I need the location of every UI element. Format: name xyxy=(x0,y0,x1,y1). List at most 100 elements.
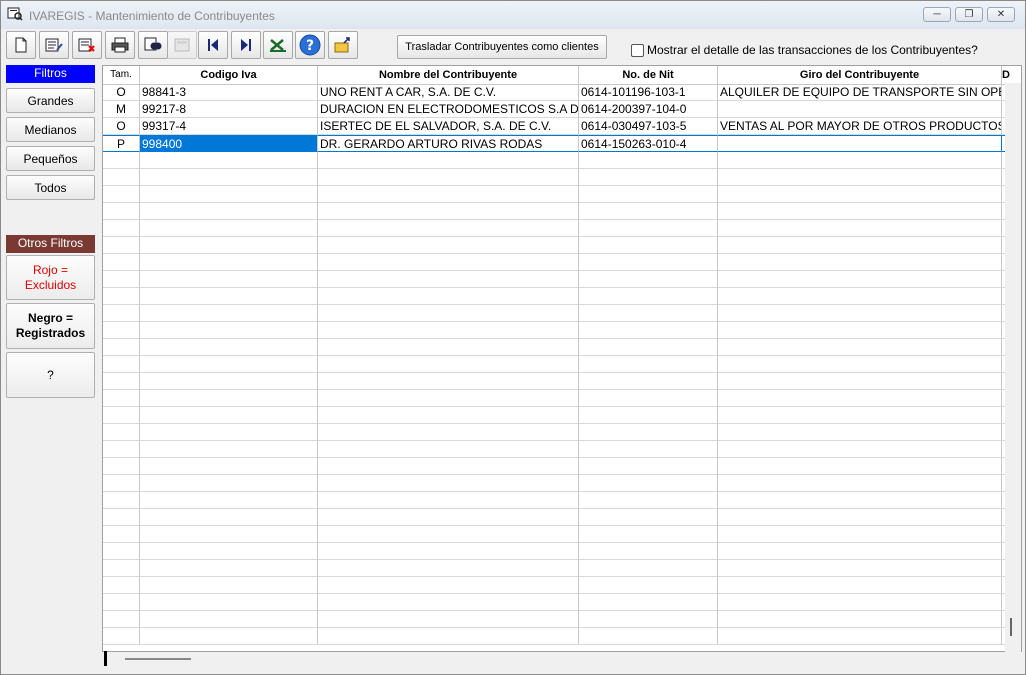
minimize-button[interactable]: ─ xyxy=(923,7,951,22)
table-cell[interactable] xyxy=(140,509,318,526)
empty-row[interactable] xyxy=(103,475,1021,492)
contribuyentes-grid[interactable]: Tam. Codigo Iva Nombre del Contribuyente… xyxy=(102,65,1022,652)
table-cell[interactable] xyxy=(579,424,718,441)
table-cell[interactable] xyxy=(718,628,1002,645)
empty-row[interactable] xyxy=(103,611,1021,628)
delete-button[interactable] xyxy=(72,31,102,59)
empty-row[interactable] xyxy=(103,560,1021,577)
table-cell[interactable] xyxy=(579,492,718,509)
table-cell[interactable] xyxy=(103,339,140,356)
table-cell[interactable] xyxy=(318,628,579,645)
table-cell[interactable] xyxy=(579,271,718,288)
empty-row[interactable] xyxy=(103,356,1021,373)
empty-row[interactable] xyxy=(103,305,1021,322)
table-cell[interactable] xyxy=(103,254,140,271)
table-cell[interactable] xyxy=(140,492,318,509)
table-cell[interactable] xyxy=(140,322,318,339)
table-cell[interactable] xyxy=(140,475,318,492)
table-cell[interactable] xyxy=(318,169,579,186)
table-cell[interactable] xyxy=(318,424,579,441)
table-cell[interactable] xyxy=(318,254,579,271)
table-cell[interactable] xyxy=(140,220,318,237)
table-cell[interactable] xyxy=(718,594,1002,611)
table-cell[interactable] xyxy=(318,407,579,424)
table-cell[interactable] xyxy=(718,390,1002,407)
empty-row[interactable] xyxy=(103,594,1021,611)
table-cell[interactable] xyxy=(318,186,579,203)
empty-row[interactable] xyxy=(103,220,1021,237)
table-cell[interactable] xyxy=(579,203,718,220)
table-cell[interactable]: O xyxy=(103,84,140,101)
table-cell[interactable] xyxy=(718,101,1002,118)
table-cell[interactable] xyxy=(579,186,718,203)
filter-help-button[interactable]: ? xyxy=(6,352,95,398)
table-cell[interactable] xyxy=(718,220,1002,237)
empty-row[interactable] xyxy=(103,577,1021,594)
table-row[interactable]: O 99317-4 ISERTEC DE EL SALVADOR, S.A. DE … xyxy=(103,118,1021,135)
table-cell[interactable]: ALQUILER DE EQUIPO DE TRANSPORTE SIN OPE xyxy=(718,84,1002,101)
print-button[interactable] xyxy=(105,31,135,59)
column-header-d[interactable]: D xyxy=(1002,66,1021,84)
table-cell[interactable] xyxy=(579,407,718,424)
column-header-nombre[interactable]: Nombre del Contribuyente xyxy=(318,66,579,84)
table-cell[interactable] xyxy=(579,458,718,475)
table-cell[interactable] xyxy=(579,356,718,373)
table-cell[interactable] xyxy=(103,356,140,373)
calculator-button[interactable] xyxy=(167,31,197,59)
table-cell[interactable] xyxy=(579,237,718,254)
table-cell[interactable] xyxy=(718,560,1002,577)
table-cell[interactable] xyxy=(140,356,318,373)
table-cell[interactable] xyxy=(718,543,1002,560)
table-cell[interactable] xyxy=(718,305,1002,322)
table-cell[interactable] xyxy=(140,237,318,254)
empty-row[interactable] xyxy=(103,254,1021,271)
table-row[interactable]: M 99217-8 DURACION EN ELECTRODOMESTICOS S.… xyxy=(103,101,1021,118)
table-cell[interactable]: VENTAS AL POR MAYOR DE OTROS PRODUCTOS xyxy=(718,118,1002,135)
table-cell[interactable] xyxy=(579,543,718,560)
table-cell[interactable]: 0614-200397-104-0 xyxy=(579,101,718,118)
help-button[interactable]: ? xyxy=(295,31,325,59)
table-cell[interactable] xyxy=(140,526,318,543)
table-cell[interactable] xyxy=(718,424,1002,441)
table-cell[interactable]: P xyxy=(103,135,140,152)
horizontal-scroll-thumb[interactable] xyxy=(125,658,191,660)
table-cell[interactable] xyxy=(140,407,318,424)
table-cell[interactable] xyxy=(579,628,718,645)
table-cell[interactable] xyxy=(718,203,1002,220)
column-header-codigo-iva[interactable]: Codigo Iva xyxy=(140,66,318,84)
table-cell[interactable] xyxy=(103,390,140,407)
table-cell[interactable] xyxy=(103,424,140,441)
table-cell[interactable] xyxy=(718,254,1002,271)
table-cell[interactable] xyxy=(103,373,140,390)
table-cell[interactable]: UNO RENT A CAR, S.A. DE C.V. xyxy=(318,84,579,101)
table-cell[interactable] xyxy=(103,594,140,611)
empty-row[interactable] xyxy=(103,407,1021,424)
table-cell[interactable] xyxy=(140,152,318,169)
table-cell[interactable] xyxy=(718,373,1002,390)
table-cell[interactable]: DR. GERARDO ARTURO RIVAS RODAS xyxy=(318,135,579,152)
table-cell[interactable] xyxy=(140,169,318,186)
table-cell[interactable]: DURACION EN ELECTRODOMESTICOS S.A DE xyxy=(318,101,579,118)
table-cell[interactable]: M xyxy=(103,101,140,118)
table-cell[interactable] xyxy=(140,424,318,441)
table-cell[interactable] xyxy=(718,441,1002,458)
table-cell[interactable] xyxy=(579,526,718,543)
table-cell[interactable] xyxy=(140,560,318,577)
horizontal-scrollbar[interactable] xyxy=(102,652,1004,668)
filter-registrados-button[interactable]: Negro = Registrados xyxy=(6,303,95,349)
export-button[interactable] xyxy=(328,31,358,59)
trasladar-contribuyentes-button[interactable]: Trasladar Contribuyentes como clientes xyxy=(397,35,607,59)
first-record-button[interactable] xyxy=(198,31,228,59)
new-button[interactable] xyxy=(6,31,36,59)
table-cell[interactable] xyxy=(103,407,140,424)
table-cell[interactable] xyxy=(718,475,1002,492)
table-cell[interactable] xyxy=(579,560,718,577)
table-cell[interactable] xyxy=(318,509,579,526)
empty-row[interactable] xyxy=(103,424,1021,441)
table-cell[interactable] xyxy=(579,339,718,356)
table-cell[interactable]: ISERTEC DE EL SALVADOR, S.A. DE C.V. xyxy=(318,118,579,135)
empty-row[interactable] xyxy=(103,339,1021,356)
table-cell[interactable] xyxy=(579,441,718,458)
table-cell[interactable] xyxy=(140,594,318,611)
empty-row[interactable] xyxy=(103,169,1021,186)
